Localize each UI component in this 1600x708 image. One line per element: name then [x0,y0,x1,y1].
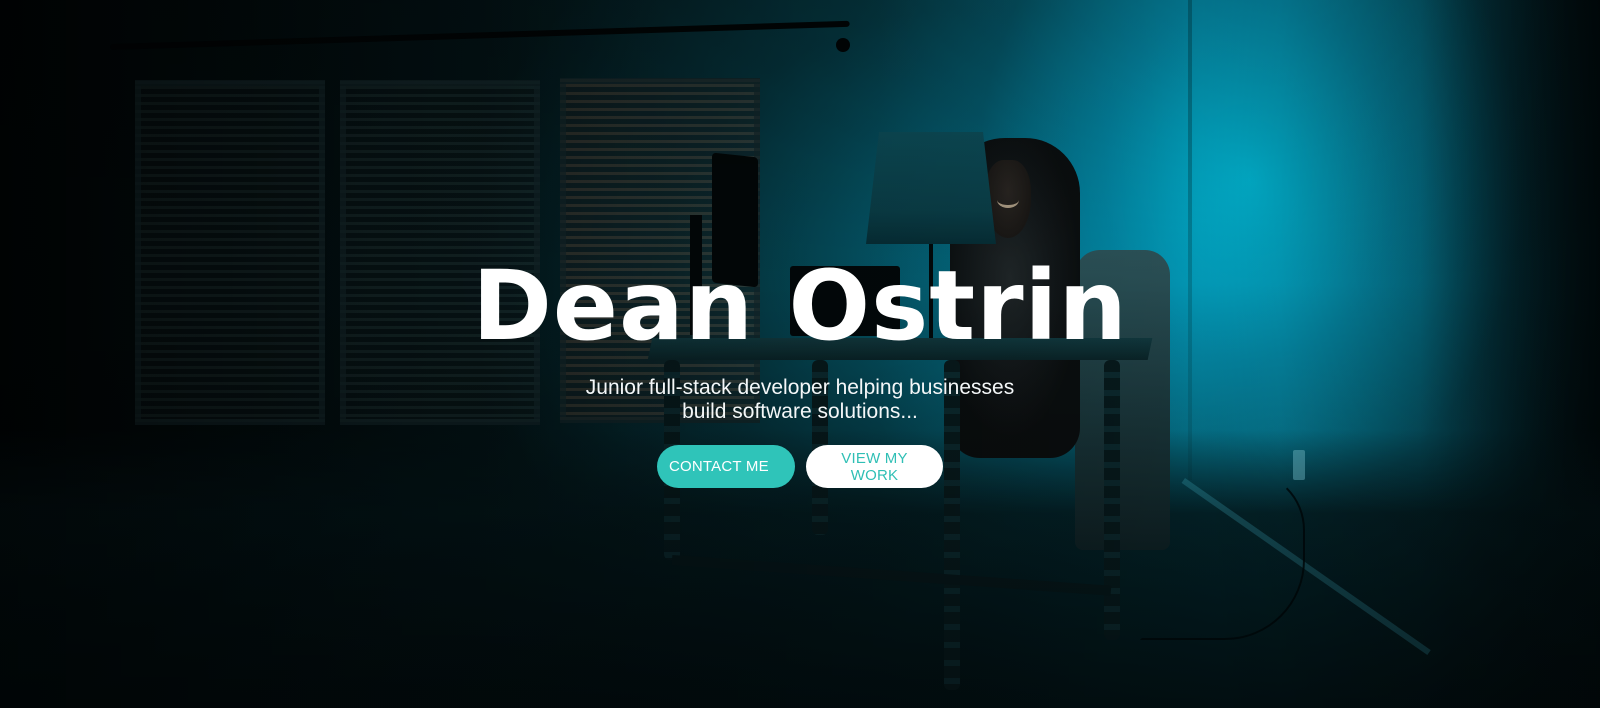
hero-content: Dean Ostrin Junior full-stack developer … [0,0,1600,708]
contact-me-button[interactable]: CONTACT ME [657,445,795,488]
hero-title: Dean Ostrin [472,250,1128,362]
hero-actions: CONTACT ME VIEW MY WORK [657,445,943,488]
hero-section: Dean Ostrin Junior full-stack developer … [0,0,1600,708]
hero-subtitle: Junior full-stack developer helping busi… [585,376,1015,423]
view-my-work-button[interactable]: VIEW MY WORK [806,445,943,488]
